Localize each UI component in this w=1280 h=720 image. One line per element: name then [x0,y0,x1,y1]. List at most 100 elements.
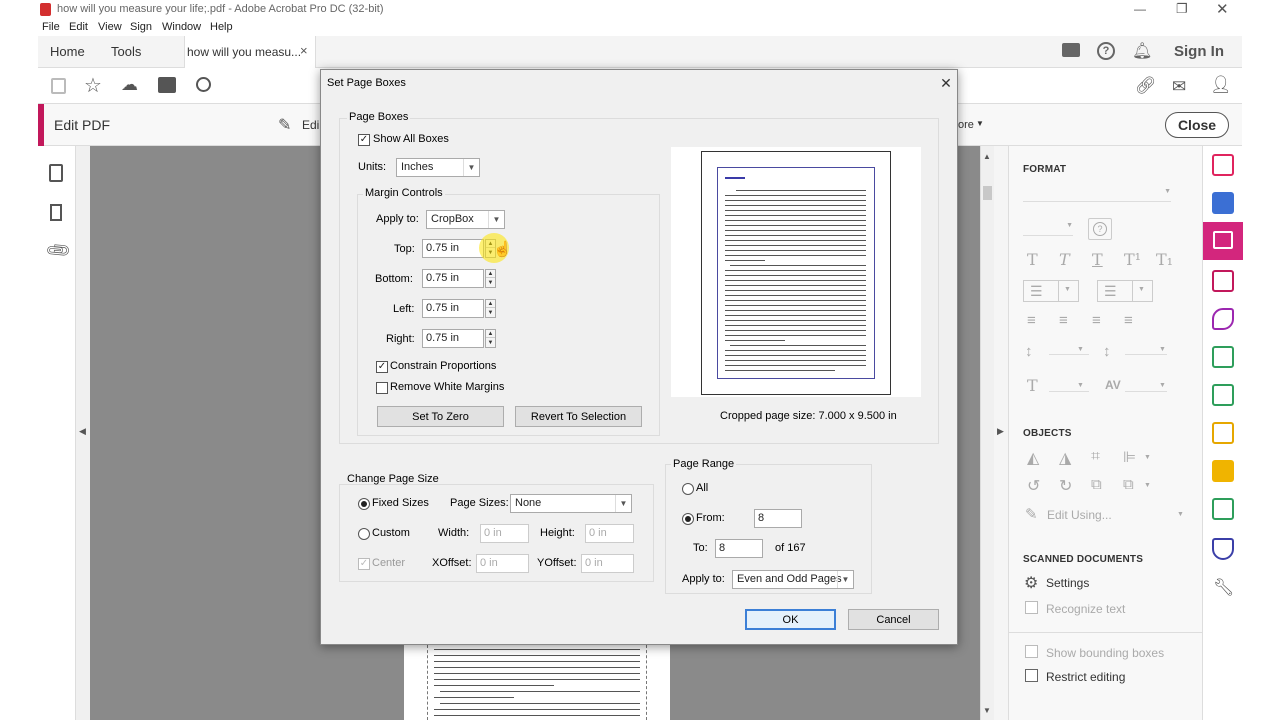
fixed-sizes-radio[interactable] [358,498,370,510]
export-pdf-icon[interactable] [1212,192,1234,214]
more-label[interactable]: ore [958,119,974,131]
edit-tool-label[interactable]: Edi [302,118,319,132]
fill-sign-icon[interactable] [1212,308,1234,330]
left-collapse-strip[interactable]: ◀ [76,146,90,720]
right-collapse-strip[interactable]: ▶ [994,146,1008,720]
constrain-proportions-checkbox[interactable]: ✓ [376,361,388,373]
cancel-button[interactable]: Cancel [848,609,939,630]
print-production-icon[interactable] [1212,498,1234,520]
units-select[interactable]: Inches ▼ [396,158,480,177]
menu-sign[interactable]: Sign [130,21,152,33]
replace-image-icon[interactable]: ⧉ [1091,476,1102,493]
page-thumbnails-icon[interactable] [49,164,63,182]
tab-document[interactable]: how will you measu... × [184,36,316,68]
bookmark-star-icon[interactable]: ☆ [84,73,102,98]
rotate-ccw-icon[interactable]: ↺ [1027,476,1040,496]
revert-to-selection-button[interactable]: Revert To Selection [515,406,642,427]
search-zoom-icon[interactable] [196,77,211,92]
dialog-close-icon[interactable]: ✕ [937,74,955,92]
character-spacing-icon[interactable]: AV [1105,378,1121,392]
scroll-down-icon[interactable]: ▼ [983,706,991,715]
settings-label[interactable]: Settings [1046,576,1089,590]
flip-horizontal-icon[interactable]: ◮ [1059,448,1071,468]
protect-shield-icon[interactable] [1212,538,1234,560]
left-margin-stepper[interactable]: ▲ ▼ [485,299,496,318]
menu-view[interactable]: View [98,21,122,33]
from-page-input[interactable]: 8 [754,509,802,528]
arrange-icon[interactable]: ⧉ [1123,476,1134,493]
right-margin-stepper[interactable]: ▲ ▼ [485,329,496,348]
recognize-text-checkbox[interactable] [1025,601,1038,614]
menu-window[interactable]: Window [162,21,201,33]
range-apply-to-select[interactable]: Even and Odd Pages ▼ [732,570,854,589]
line-spacing-icon[interactable]: ↕ [1025,343,1033,360]
right-margin-input[interactable]: 0.75 in [422,329,484,348]
width-input[interactable]: 0 in [480,524,529,543]
upload-cloud-icon[interactable]: ☁ [121,75,138,95]
numbered-list-button[interactable]: ☰ ▼ [1097,280,1153,302]
xoffset-input[interactable]: 0 in [476,554,529,573]
edit-tool-icon[interactable]: ✎ [278,115,291,135]
collapse-left-icon[interactable]: ◀ [79,426,86,437]
font-size-select[interactable]: ▼ [1023,220,1073,236]
align-right-icon[interactable]: ≡ [1092,312,1101,329]
comment-icon[interactable] [1062,43,1080,57]
notification-bell-icon[interactable]: 🔔︎ [1132,41,1152,61]
font-family-select[interactable]: ▼ [1023,186,1171,202]
sign-in-link[interactable]: Sign In [1174,43,1224,60]
flip-vertical-icon[interactable]: ◭ [1027,448,1039,468]
send-for-signature-icon[interactable] [1212,346,1234,368]
rotate-cw-icon[interactable]: ↻ [1059,476,1072,496]
text-underline-icon[interactable]: T [1092,250,1103,269]
page-sizes-select[interactable]: None ▼ [510,494,632,513]
tab-home[interactable]: Home [50,44,85,59]
tab-tools[interactable]: Tools [111,44,141,59]
restore-icon[interactable]: ❐ [1176,1,1188,17]
add-user-icon[interactable]: 👤︎ [1210,75,1232,95]
show-all-boxes-checkbox[interactable]: ✓ [358,134,370,146]
scroll-up-icon[interactable]: ▲ [983,152,991,161]
center-checkbox[interactable]: ✓ [358,558,370,570]
horizontal-scale-icon[interactable]: T [1027,376,1038,395]
ok-button[interactable]: OK [745,609,836,630]
compare-files-icon[interactable] [1212,384,1234,406]
close-edit-button[interactable]: Close [1165,112,1229,138]
paragraph-spacing-icon[interactable]: ↕ [1103,343,1111,360]
scrollbar-thumb[interactable] [983,186,992,200]
minimize-icon[interactable]: — [1134,2,1146,16]
to-page-input[interactable]: 8 [715,539,763,558]
scan-ocr-icon[interactable] [1212,422,1234,444]
more-chevron-icon[interactable]: ▼ [976,119,984,128]
save-icon[interactable] [51,78,66,94]
help-icon[interactable]: ? [1097,42,1115,60]
from-radio[interactable] [682,513,694,525]
yoffset-input[interactable]: 0 in [581,554,634,573]
align-left-icon[interactable]: ≡ [1027,312,1036,329]
all-pages-radio[interactable] [682,483,694,495]
custom-radio[interactable] [358,528,370,540]
attachments-paperclip-icon[interactable]: 📎︎ [44,236,73,265]
left-margin-input[interactable]: 0.75 in [422,299,484,318]
edit-pdf-tool-active[interactable] [1203,222,1243,260]
tab-close-icon[interactable]: × [300,43,308,58]
restrict-editing-checkbox[interactable] [1025,669,1038,682]
comment-tool-icon[interactable] [1212,460,1234,482]
crop-icon[interactable]: ⌗ [1091,448,1100,466]
create-pdf-icon[interactable] [1212,154,1234,176]
menu-file[interactable]: File [42,21,60,33]
document-page[interactable] [404,645,670,720]
share-link-icon[interactable]: 🔗︎ [1135,76,1157,96]
align-center-icon[interactable]: ≡ [1059,312,1068,329]
text-superscript-icon[interactable]: T¹ [1124,250,1141,269]
text-subscript-icon[interactable]: T₁ [1156,250,1173,269]
menu-edit[interactable]: Edit [69,21,88,33]
bullet-list-button[interactable]: ☰ ▼ [1023,280,1079,302]
bookmarks-icon[interactable] [50,204,62,221]
top-margin-input[interactable]: 0.75 in [422,239,484,258]
menu-help[interactable]: Help [210,21,233,33]
vertical-scrollbar[interactable]: ▲ ▼ [980,146,994,720]
bottom-margin-input[interactable]: 0.75 in [422,269,484,288]
edit-using-label[interactable]: Edit Using... [1047,508,1112,522]
show-bounding-boxes-checkbox[interactable] [1025,645,1038,658]
print-icon[interactable] [158,77,176,93]
